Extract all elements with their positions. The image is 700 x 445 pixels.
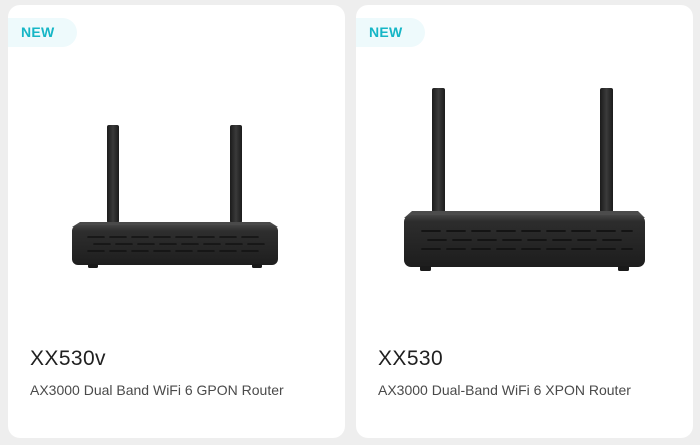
product-image[interactable]	[356, 65, 693, 325]
product-model[interactable]: XX530v	[30, 347, 106, 371]
product-image[interactable]	[8, 65, 345, 325]
product-model[interactable]: XX530	[378, 347, 443, 371]
router-icon	[404, 88, 645, 271]
new-badge: NEW	[356, 18, 425, 47]
product-description: AX3000 Dual-Band WiFi 6 XPON Router	[378, 382, 631, 398]
new-badge: NEW	[8, 18, 77, 47]
router-icon	[72, 125, 278, 268]
product-card-xx530[interactable]: NEW XX530 AX3000 Dual-Band WiFi 6 XPON R…	[356, 5, 693, 438]
product-description: AX3000 Dual Band WiFi 6 GPON Router	[30, 382, 284, 398]
product-card-xx530v[interactable]: NEW XX530v AX3000 Dual Band WiFi 6 GPON …	[8, 5, 345, 438]
